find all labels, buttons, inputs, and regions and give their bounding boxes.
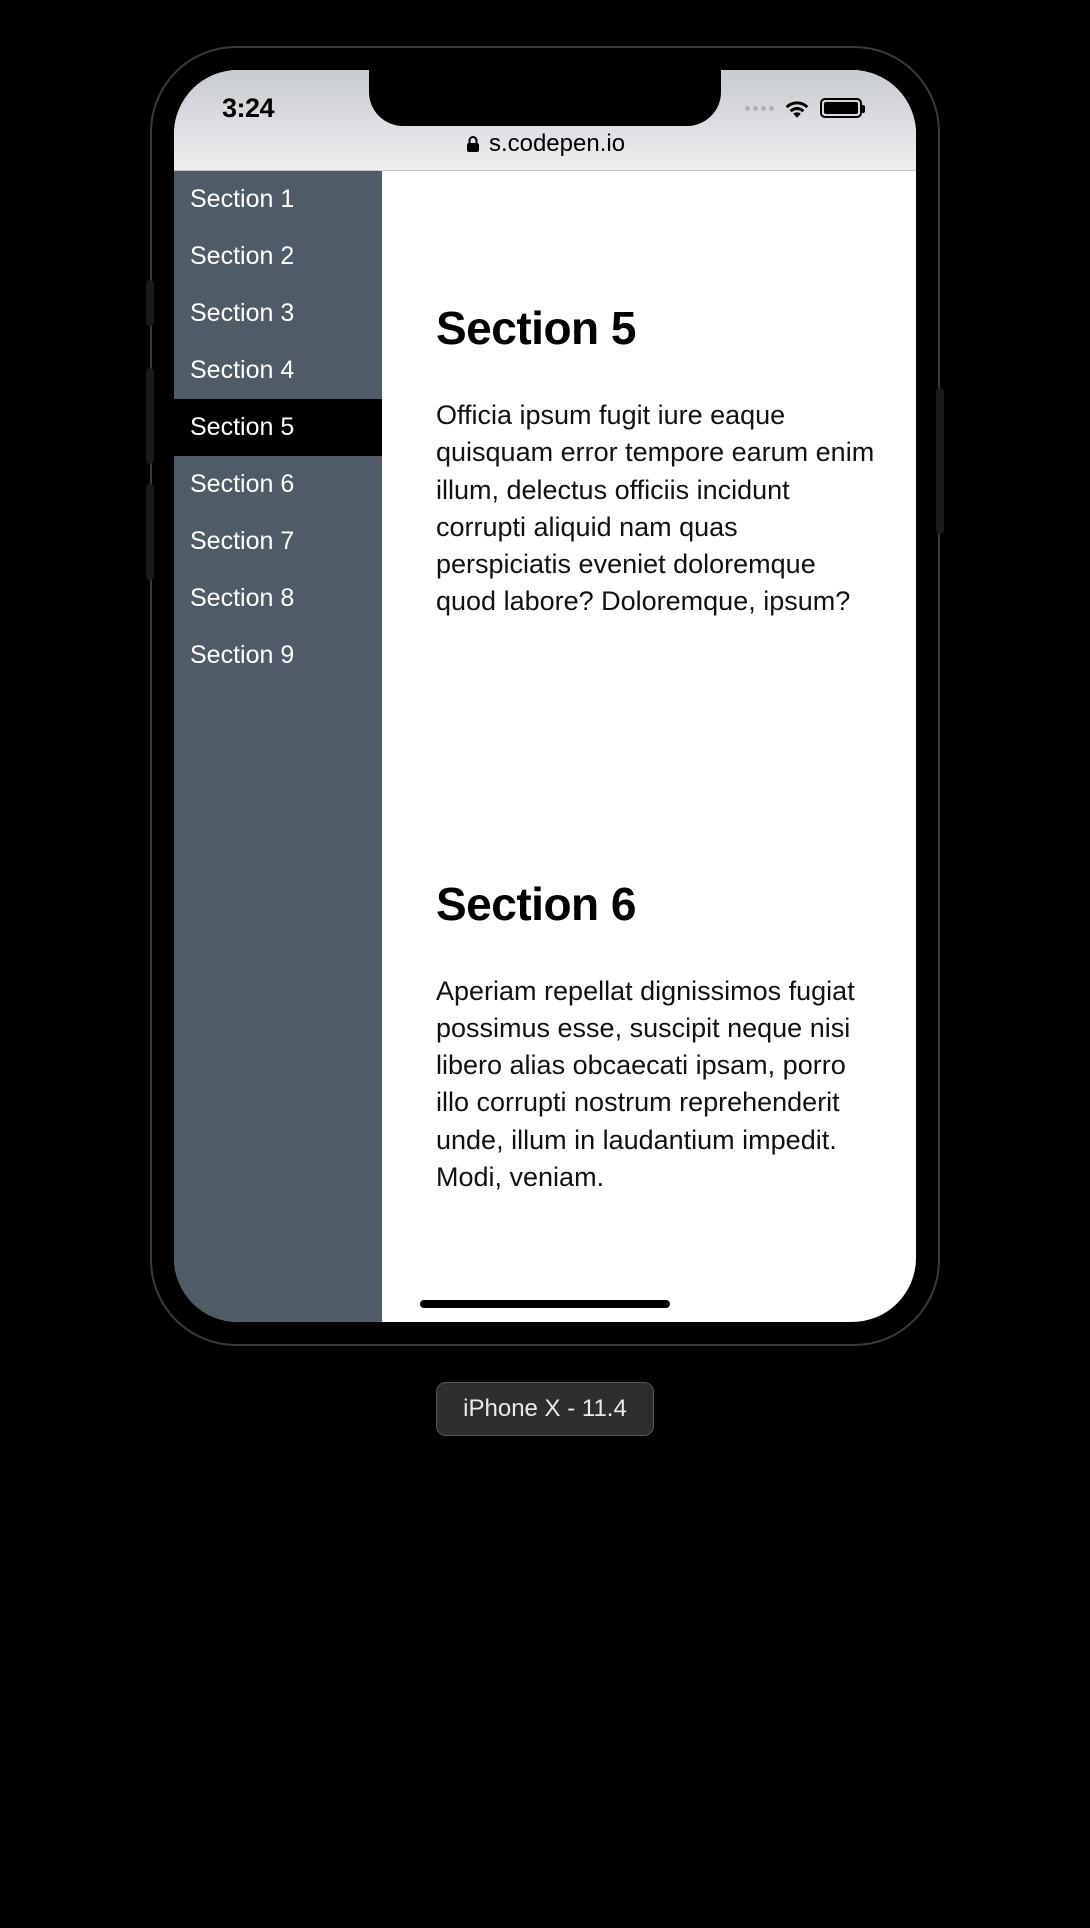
status-time: 3:24 [222, 93, 274, 124]
phone-frame: 3:24 [150, 46, 940, 1346]
sidebar-item-section-6[interactable]: Section 6 [174, 456, 382, 513]
wifi-icon [784, 98, 810, 118]
phone-side-button [146, 280, 154, 326]
sidebar-item-section-4[interactable]: Section 4 [174, 342, 382, 399]
phone-side-button [146, 368, 154, 464]
home-indicator[interactable] [420, 1300, 670, 1308]
sidebar: Section 1 Section 2 Section 3 Section 4 … [174, 171, 382, 1322]
sidebar-item-section-9[interactable]: Section 9 [174, 627, 382, 684]
phone-side-button [146, 484, 154, 580]
section-body: Aperiam repellat dignissimos fugiat poss… [436, 973, 876, 1197]
app-content: Section 1 Section 2 Section 3 Section 4 … [174, 171, 916, 1322]
cellular-icon [745, 106, 774, 111]
lock-icon [465, 135, 481, 153]
content-section: Section 6 Aperiam repellat dignissimos f… [436, 877, 876, 1197]
battery-icon [820, 98, 862, 118]
sidebar-item-section-3[interactable]: Section 3 [174, 285, 382, 342]
sidebar-item-section-7[interactable]: Section 7 [174, 513, 382, 570]
section-title: Section 5 [436, 301, 876, 355]
sidebar-item-section-1[interactable]: Section 1 [174, 171, 382, 228]
url-bar[interactable]: s.codepen.io [202, 130, 888, 158]
url-host: s.codepen.io [489, 130, 625, 158]
phone-inner-border: 3:24 [170, 66, 920, 1326]
section-title: Section 6 [436, 877, 876, 931]
phone-screen: 3:24 [174, 70, 916, 1322]
content-section: Section 5 Officia ipsum fugit iure eaque… [436, 301, 876, 621]
phone-side-button [936, 388, 944, 534]
sidebar-item-section-8[interactable]: Section 8 [174, 570, 382, 627]
sidebar-item-section-2[interactable]: Section 2 [174, 228, 382, 285]
status-right-icons [745, 98, 862, 118]
phone-notch [369, 70, 721, 126]
device-label-pill: iPhone X - 11.4 [436, 1382, 654, 1436]
section-body: Officia ipsum fugit iure eaque quisquam … [436, 397, 876, 621]
main-content[interactable]: Section 5 Officia ipsum fugit iure eaque… [382, 171, 916, 1322]
sidebar-item-section-5[interactable]: Section 5 [174, 399, 382, 456]
